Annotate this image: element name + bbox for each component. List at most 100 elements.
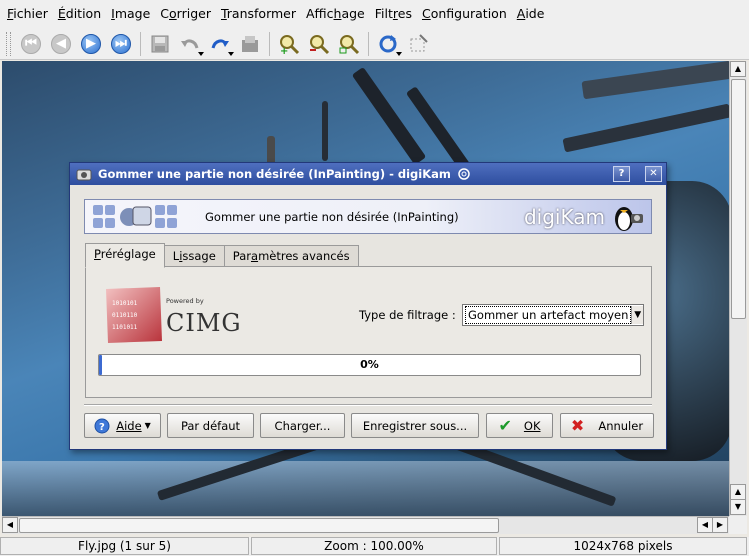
save-icon bbox=[151, 35, 169, 52]
toolbar-handle[interactable] bbox=[6, 31, 11, 56]
rotate-dropdown-icon bbox=[396, 51, 402, 56]
help-circle-icon: ? bbox=[94, 418, 110, 433]
last-image-button[interactable]: ⏭ bbox=[108, 31, 134, 57]
last-icon: ⏭ bbox=[111, 33, 131, 54]
menu-edition[interactable]: Édition bbox=[53, 2, 106, 26]
vertical-scroll-thumb[interactable] bbox=[731, 79, 746, 319]
svg-text:1101011: 1101011 bbox=[112, 324, 138, 331]
zoom-fit-icon bbox=[339, 34, 360, 54]
svg-text:+: + bbox=[280, 46, 288, 55]
tab-parametres-avances[interactable]: Paramètres avancés bbox=[223, 245, 359, 268]
filter-type-select[interactable]: Gommer un artefact moyen ▼ bbox=[462, 304, 644, 326]
toolbar: ⏮ ◀ ▶ ⏭ + bbox=[0, 28, 749, 60]
close-title-button[interactable]: ✕ bbox=[645, 166, 662, 182]
save-as-button[interactable]: Enregistrer sous... bbox=[351, 413, 479, 438]
dropdown-arrow-icon: ▼ bbox=[144, 421, 151, 430]
menu-filtres[interactable]: Filtres bbox=[370, 2, 417, 26]
scroll-left-icon[interactable]: ◀ bbox=[697, 517, 713, 533]
zoom-out-button[interactable] bbox=[306, 31, 332, 57]
ok-button[interactable]: ✔ OK bbox=[486, 413, 553, 438]
menu-fichier[interactable]: Fichier bbox=[2, 2, 53, 26]
progress-label: 0% bbox=[360, 358, 379, 371]
export-button[interactable] bbox=[237, 31, 263, 57]
menu-affichage[interactable]: Affichage bbox=[301, 2, 370, 26]
crop-button[interactable] bbox=[405, 31, 431, 57]
menu-corriger[interactable]: Corriger bbox=[155, 2, 216, 26]
tab-lissage[interactable]: Lissage bbox=[163, 245, 225, 268]
menu-transformer[interactable]: Transformer bbox=[216, 2, 301, 26]
digikam-logo: digiKam bbox=[523, 204, 605, 229]
toolbar-separator bbox=[368, 31, 369, 56]
image-content bbox=[562, 103, 729, 153]
aide-button[interactable]: ? Aide ▼ bbox=[84, 413, 161, 438]
checkmark-icon: ✔ bbox=[498, 416, 512, 435]
image-content bbox=[322, 101, 328, 161]
scroll-up-icon[interactable]: ▲ bbox=[730, 484, 746, 500]
horizontal-scrollbar[interactable]: ◀ ◀ ▶ bbox=[2, 516, 729, 534]
filter-type-value: Gommer un artefact moyen bbox=[465, 306, 632, 324]
undo-button[interactable] bbox=[177, 31, 204, 57]
tab-prereglage[interactable]: Préréglage bbox=[85, 243, 165, 268]
vertical-scrollbar[interactable]: ▲ ▲ ▼ bbox=[729, 61, 747, 516]
save-button[interactable] bbox=[147, 31, 173, 57]
redo-icon bbox=[211, 38, 229, 49]
horizontal-scroll-thumb[interactable] bbox=[19, 518, 499, 533]
back-icon: ◀ bbox=[51, 33, 71, 54]
rotate-button[interactable] bbox=[375, 31, 402, 57]
zoom-fit-button[interactable] bbox=[336, 31, 362, 57]
scroll-left-icon[interactable]: ◀ bbox=[2, 517, 18, 533]
status-file: Fly.jpg (1 sur 5) bbox=[0, 537, 249, 555]
dialog-banner: Gommer une partie non désirée (InPaintin… bbox=[84, 199, 652, 234]
cimg-image-icon: 1010101 0110110 1101011 bbox=[106, 287, 162, 343]
cimg-wordmark: CImg bbox=[166, 309, 242, 337]
image-content bbox=[2, 461, 729, 516]
first-icon: ⏮ bbox=[21, 33, 41, 54]
inpainting-dialog: Gommer une partie non désirée (InPaintin… bbox=[69, 162, 667, 450]
cimg-logo: 1010101 0110110 1101011 Powered by CImg bbox=[104, 285, 264, 345]
image-content bbox=[351, 66, 427, 166]
first-image-button[interactable]: ⏮ bbox=[18, 31, 44, 57]
toolbar-separator bbox=[269, 31, 270, 56]
load-button[interactable]: Charger... bbox=[260, 413, 345, 438]
tux-camera-icon bbox=[615, 206, 643, 231]
scroll-down-icon[interactable]: ▼ bbox=[730, 499, 746, 515]
spiral-icon bbox=[458, 168, 470, 180]
status-zoom: Zoom : 100.00% bbox=[251, 537, 497, 555]
chevron-down-icon[interactable]: ▼ bbox=[631, 306, 643, 324]
zoom-in-button[interactable]: + bbox=[276, 31, 302, 57]
status-bar: Fly.jpg (1 sur 5) Zoom : 100.00% 1024x76… bbox=[0, 537, 749, 556]
zoom-out-icon bbox=[310, 34, 330, 54]
svg-text:1010101: 1010101 bbox=[112, 300, 138, 307]
dialog-tabs: Préréglage Lissage Paramètres avancés bbox=[85, 243, 359, 268]
menu-aide[interactable]: Aide bbox=[512, 2, 550, 26]
plugin-icon bbox=[93, 204, 177, 228]
menu-configuration[interactable]: Configuration bbox=[417, 2, 512, 26]
undo-dropdown-icon bbox=[198, 51, 204, 56]
progress-bar: 0% bbox=[98, 354, 641, 376]
status-size: 1024x768 pixels bbox=[499, 537, 747, 555]
scroll-up-icon[interactable]: ▲ bbox=[730, 61, 746, 77]
svg-text:0110110: 0110110 bbox=[112, 312, 138, 319]
app-icon bbox=[76, 169, 92, 181]
help-title-button[interactable]: ? bbox=[613, 166, 630, 182]
dialog-titlebar[interactable]: Gommer une partie non désirée (InPaintin… bbox=[70, 163, 666, 185]
default-button[interactable]: Par défaut bbox=[167, 413, 254, 438]
redo-button[interactable] bbox=[207, 31, 234, 57]
filter-type-label: Type de filtrage : bbox=[359, 308, 456, 322]
scroll-right-icon[interactable]: ▶ bbox=[712, 517, 728, 533]
zoom-in-icon: + bbox=[280, 34, 300, 55]
next-icon: ▶ bbox=[81, 33, 101, 54]
menu-image[interactable]: Image bbox=[106, 2, 155, 26]
svg-text:?: ? bbox=[99, 422, 105, 433]
back-button[interactable]: ◀ bbox=[48, 31, 74, 57]
cross-icon: ✖ bbox=[570, 416, 585, 435]
image-content bbox=[581, 61, 729, 100]
next-button[interactable]: ▶ bbox=[78, 31, 104, 57]
button-divider bbox=[84, 404, 652, 406]
close-icon: ✕ bbox=[649, 168, 658, 179]
export-icon bbox=[242, 35, 258, 52]
powered-by-label: Powered by bbox=[166, 297, 204, 305]
toolbar-separator bbox=[140, 31, 141, 56]
cancel-button[interactable]: ✖ Annuler bbox=[560, 413, 654, 438]
redo-dropdown-icon bbox=[228, 51, 234, 56]
